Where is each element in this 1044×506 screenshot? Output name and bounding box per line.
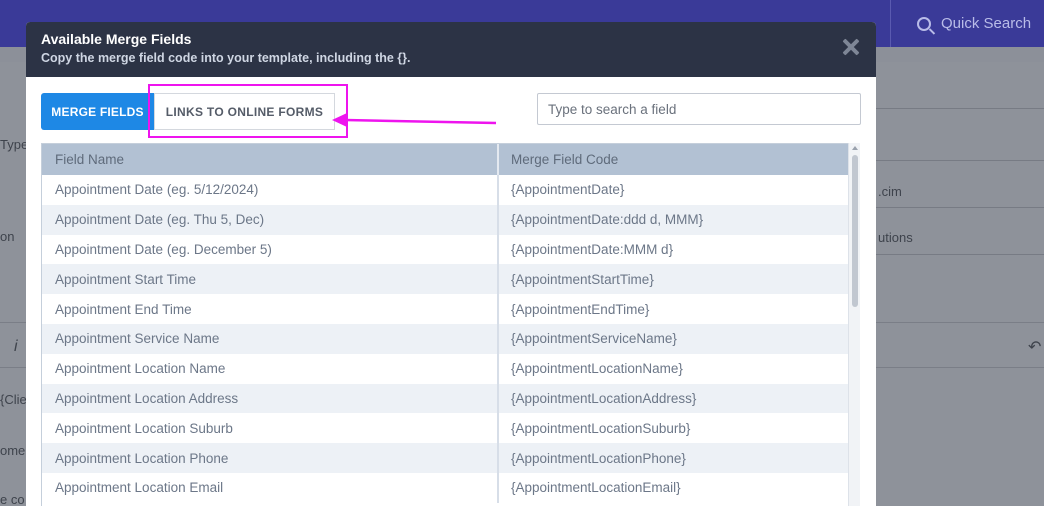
table-row[interactable]: Appointment Location Email {AppointmentLo… xyxy=(42,472,859,503)
merge-code-cell[interactable]: {AppointmentDate:MMM d} xyxy=(499,235,859,265)
merge-code-cell[interactable]: {AppointmentStartTime} xyxy=(499,264,859,294)
field-name-cell: Appointment Date (eg. 5/12/2024) xyxy=(42,175,499,205)
modal-subtitle: Copy the merge field code into your temp… xyxy=(41,51,411,65)
merge-fields-modal: Available Merge Fields Copy the merge fi… xyxy=(26,22,876,506)
table-row[interactable]: Appointment Date (eg. Thu 5, Dec) {Appoin… xyxy=(42,204,859,235)
table-row[interactable]: Appointment Date (eg. December 5) {Appoin… xyxy=(42,234,859,265)
merge-code-cell[interactable]: {AppointmentLocationName} xyxy=(499,354,859,384)
bg-divider xyxy=(876,254,1044,255)
bg-text: Type xyxy=(0,137,29,152)
modal-title: Available Merge Fields xyxy=(41,31,192,47)
merge-code-cell[interactable]: {AppointmentLocationEmail} xyxy=(499,473,859,503)
quick-search-label: Quick Search xyxy=(941,15,1032,32)
search-field-input[interactable] xyxy=(537,93,861,125)
table-row[interactable]: Appointment Location Phone {AppointmentLo… xyxy=(42,443,859,473)
merge-code-cell[interactable]: {AppointmentServiceName} xyxy=(499,324,859,354)
modal-header: Available Merge Fields Copy the merge fi… xyxy=(26,22,876,77)
bg-text: ome xyxy=(0,443,26,458)
field-name-cell: Appointment Service Name xyxy=(42,323,499,354)
search-icon xyxy=(917,16,931,31)
undo-icon: ↶ xyxy=(1028,339,1042,356)
tab-merge-fields[interactable]: MERGE FIELDS xyxy=(41,93,154,130)
field-name-cell: Appointment Start Time xyxy=(42,264,499,295)
bg-text: {Clie xyxy=(0,392,27,407)
table-row[interactable]: Appointment Service Name {AppointmentServ… xyxy=(42,323,859,354)
table-row[interactable]: Appointment End Time {AppointmentEndTime} xyxy=(42,294,859,324)
field-name-cell: Appointment End Time xyxy=(42,294,499,324)
merge-fields-table: Field Name Merge Field Code Appointment … xyxy=(41,143,860,506)
field-name-cell: Appointment Location Suburb xyxy=(42,413,499,444)
italic-icon: i xyxy=(14,338,18,355)
annotation-highlight-box xyxy=(148,84,348,138)
field-name-cell: Appointment Date (eg. December 5) xyxy=(42,234,499,265)
field-name-cell: Appointment Location Address xyxy=(42,383,499,414)
bg-text: .cim xyxy=(878,184,902,199)
bg-divider xyxy=(876,160,1044,161)
merge-code-cell[interactable]: {AppointmentLocationAddress} xyxy=(499,384,859,414)
field-name-cell: Appointment Location Email xyxy=(42,472,499,503)
bg-divider xyxy=(876,207,1044,208)
field-name-cell: Appointment Location Phone xyxy=(42,443,499,473)
close-icon[interactable] xyxy=(842,38,860,56)
table-body: Appointment Date (eg. 5/12/2024) {Appoint… xyxy=(42,175,859,503)
merge-code-cell[interactable]: {AppointmentDate} xyxy=(499,175,859,205)
table-header: Field Name Merge Field Code xyxy=(42,144,859,175)
table-row[interactable]: Appointment Location Suburb {AppointmentL… xyxy=(42,413,859,444)
column-header-merge-field-code[interactable]: Merge Field Code xyxy=(499,144,859,175)
table-row[interactable]: Appointment Date (eg. 5/12/2024) {Appoint… xyxy=(42,175,859,205)
scrollbar-thumb[interactable] xyxy=(852,155,858,307)
merge-code-cell[interactable]: {AppointmentLocationSuburb} xyxy=(499,413,859,443)
table-row[interactable]: Appointment Location Address {Appointment… xyxy=(42,383,859,414)
merge-code-cell[interactable]: {AppointmentDate:ddd d, MMM} xyxy=(499,205,859,235)
bg-divider xyxy=(876,108,1044,109)
table-row[interactable]: Appointment Location Name {AppointmentLoc… xyxy=(42,353,859,384)
scroll-up-arrow-icon[interactable] xyxy=(852,146,858,150)
field-name-cell: Appointment Location Name xyxy=(42,353,499,384)
field-name-cell: Appointment Date (eg. Thu 5, Dec) xyxy=(42,204,499,235)
bg-text: utions xyxy=(878,230,913,245)
bg-text: e co xyxy=(0,492,25,506)
bg-text: on xyxy=(0,229,15,244)
column-header-field-name[interactable]: Field Name xyxy=(42,144,499,175)
merge-code-cell[interactable]: {AppointmentEndTime} xyxy=(499,294,859,324)
quick-search[interactable]: Quick Search xyxy=(890,0,1044,47)
table-row[interactable]: Appointment Start Time {AppointmentStartT… xyxy=(42,264,859,295)
table-scrollbar[interactable] xyxy=(848,143,860,506)
merge-code-cell[interactable]: {AppointmentLocationPhone} xyxy=(499,443,859,473)
